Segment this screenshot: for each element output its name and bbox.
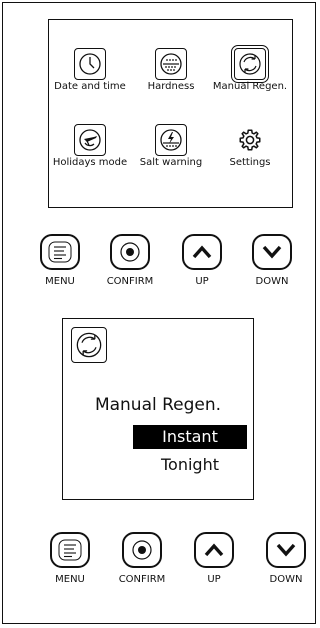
menu-button-label: MENU (45, 276, 75, 287)
down-button[interactable] (252, 234, 292, 270)
up-button[interactable] (182, 234, 222, 270)
option-instant[interactable]: Instant (133, 425, 247, 449)
menu-item-salt-warning[interactable]: Salt warning (134, 116, 208, 196)
menu-item-label: Date and time (54, 81, 126, 92)
regen-icon (231, 45, 269, 83)
menu-item-date-time[interactable]: Date and time (53, 40, 127, 120)
menu-lines-icon (58, 539, 82, 561)
menu-panel: Date and time Hardness Manual Regen. Hol… (48, 19, 293, 208)
menu-button[interactable] (40, 234, 80, 270)
up-button-label: UP (207, 574, 221, 585)
down-button-label: DOWN (255, 276, 289, 287)
hardness-icon (155, 48, 187, 80)
confirm-dot-icon (120, 242, 140, 262)
confirm-dot-icon (132, 540, 152, 560)
gear-icon (234, 124, 266, 156)
menu-button-label: MENU (55, 574, 85, 585)
menu-item-label: Settings (229, 157, 271, 168)
holidays-icon (74, 124, 106, 156)
menu-item-label: Hardness (147, 81, 195, 92)
screen-title: Manual Regen. (94, 395, 222, 415)
menu-item-manual-regen[interactable]: Manual Regen. (213, 40, 287, 120)
menu-item-holidays-mode[interactable]: Holidays mode (53, 116, 127, 196)
menu-button[interactable] (50, 532, 90, 568)
confirm-button-label: CONFIRM (118, 574, 166, 585)
control-buttons-top: MENU CONFIRM UP DOWN (0, 234, 320, 294)
display-screen: Manual Regen. Instant Tonight (62, 318, 254, 500)
down-button[interactable] (266, 532, 306, 568)
confirm-button[interactable] (110, 234, 150, 270)
clock-icon (74, 48, 106, 80)
menu-item-label: Salt warning (139, 157, 203, 168)
salt-warning-icon (155, 124, 187, 156)
option-tonight[interactable]: Tonight (133, 453, 247, 477)
up-button[interactable] (194, 532, 234, 568)
chevron-down-icon (262, 245, 282, 259)
control-buttons-bottom: MENU CONFIRM UP DOWN (0, 532, 320, 592)
chevron-down-icon (276, 543, 296, 557)
down-button-label: DOWN (269, 574, 303, 585)
menu-item-label: Holidays mode (52, 157, 128, 168)
menu-item-label: Manual Regen. (212, 81, 288, 92)
confirm-button-label: CONFIRM (106, 276, 154, 287)
menu-item-hardness[interactable]: Hardness (134, 40, 208, 120)
menu-lines-icon (48, 241, 72, 263)
confirm-button[interactable] (122, 532, 162, 568)
regen-icon (71, 327, 107, 363)
up-button-label: UP (195, 276, 209, 287)
chevron-up-icon (192, 245, 212, 259)
chevron-up-icon (204, 543, 224, 557)
menu-item-settings[interactable]: Settings (213, 116, 287, 196)
